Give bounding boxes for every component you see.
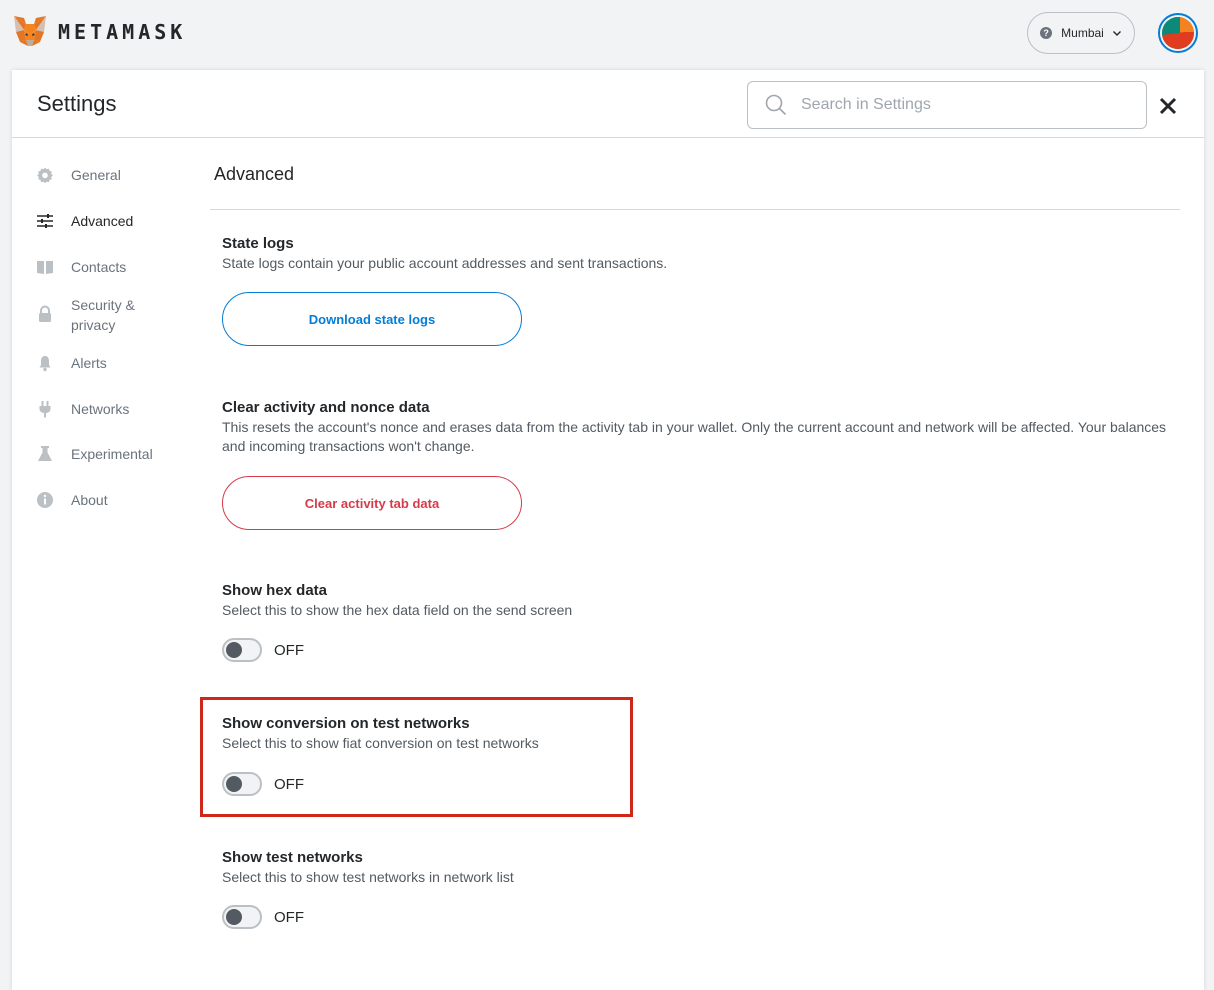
toggle-knob [226,642,242,658]
sidebar-item-label: Alerts [71,355,107,371]
section-title: Advanced [214,164,295,184]
setting-description: State logs contain your public account a… [222,255,668,271]
sidebar-item-networks[interactable]: Networks [36,399,129,419]
search-box[interactable] [747,81,1147,129]
sidebar-item-advanced[interactable]: Advanced [36,211,133,231]
setting-description: Select this to show fiat conversion on t… [222,735,539,751]
test-networks-setting: Show test networks Select this to show t… [222,849,1172,929]
sidebar-item-contacts[interactable]: Contacts [36,257,126,277]
sidebar-item-label: Experimental [71,446,153,462]
setting-label: Show hex data [222,582,328,599]
settings-header: Settings [12,70,1204,138]
gear-icon [37,167,53,184]
brand-wordmark: METAMASK [58,20,187,44]
state-logs-setting: State logs State logs contain your publi… [222,235,1172,346]
clear-activity-setting: Clear activity and nonce data This reset… [222,399,1172,530]
sidebar-item-general[interactable]: General [36,165,121,185]
sidebar-item-label: Contacts [71,259,127,275]
hex-data-toggle-row: OFF [222,638,304,662]
top-bar: METAMASK ? Mumbai [0,0,1214,70]
lock-icon [39,305,51,322]
hex-data-setting: Show hex data Select this to show the he… [222,582,1172,662]
sidebar-item-label: Security & privacy [71,297,135,333]
test-networks-toggle-row: OFF [222,905,304,929]
search-icon [765,94,787,116]
setting-label: Show test networks [222,849,363,866]
network-selector[interactable]: ? Mumbai [1027,12,1135,54]
book-icon [37,261,53,274]
sidebar-item-label: Networks [71,401,130,417]
flask-icon [38,446,52,461]
sidebar-item-label: Advanced [71,213,134,229]
conversion-test-setting: Show conversion on test networks Select … [222,715,1172,796]
info-icon [37,492,53,508]
chevron-down-icon [1112,31,1121,36]
close-icon[interactable] [1159,97,1177,115]
sidebar-item-experimental[interactable]: Experimental [36,444,153,464]
identicon-icon [1162,17,1194,49]
sidebar-item-label: About [71,492,108,508]
network-status-icon: ? [1040,27,1053,39]
hex-data-toggle[interactable] [222,638,262,662]
toggle-knob [226,909,242,925]
sidebar-item-security[interactable]: Security & privacy [36,295,135,335]
metamask-logo[interactable]: METAMASK [12,14,186,50]
clear-activity-button[interactable]: Clear activity tab data [222,476,522,530]
setting-label: Show conversion on test networks [222,715,470,732]
toggle-knob [226,776,242,792]
setting-description: This resets the account's nonce and eras… [222,419,1167,454]
plug-icon [39,401,51,418]
setting-label: State logs [222,235,294,252]
test-networks-toggle[interactable] [222,905,262,929]
sidebar-item-label: General [71,167,121,183]
page-title: Settings [37,91,117,116]
bell-icon [39,356,51,372]
conversion-test-toggle-row: OFF [222,772,304,796]
setting-description: Select this to show test networks in net… [222,869,514,885]
conversion-test-toggle[interactable] [222,772,262,796]
sidebar-item-alerts[interactable]: Alerts [36,353,107,373]
sidebar-item-about[interactable]: About [36,490,108,510]
fox-icon [14,16,46,46]
divider [210,209,1180,210]
search-input[interactable] [799,95,1123,115]
download-state-logs-button[interactable]: Download state logs [222,292,522,346]
settings-card: Settings General [12,70,1204,990]
account-avatar[interactable] [1158,13,1198,53]
toggle-state: OFF [274,908,304,926]
setting-label: Clear activity and nonce data [222,399,430,416]
sliders-icon [37,214,53,228]
network-name: Mumbai [1061,26,1104,40]
toggle-state: OFF [274,775,304,793]
setting-description: Select this to show the hex data field o… [222,602,573,618]
toggle-state: OFF [274,641,304,659]
